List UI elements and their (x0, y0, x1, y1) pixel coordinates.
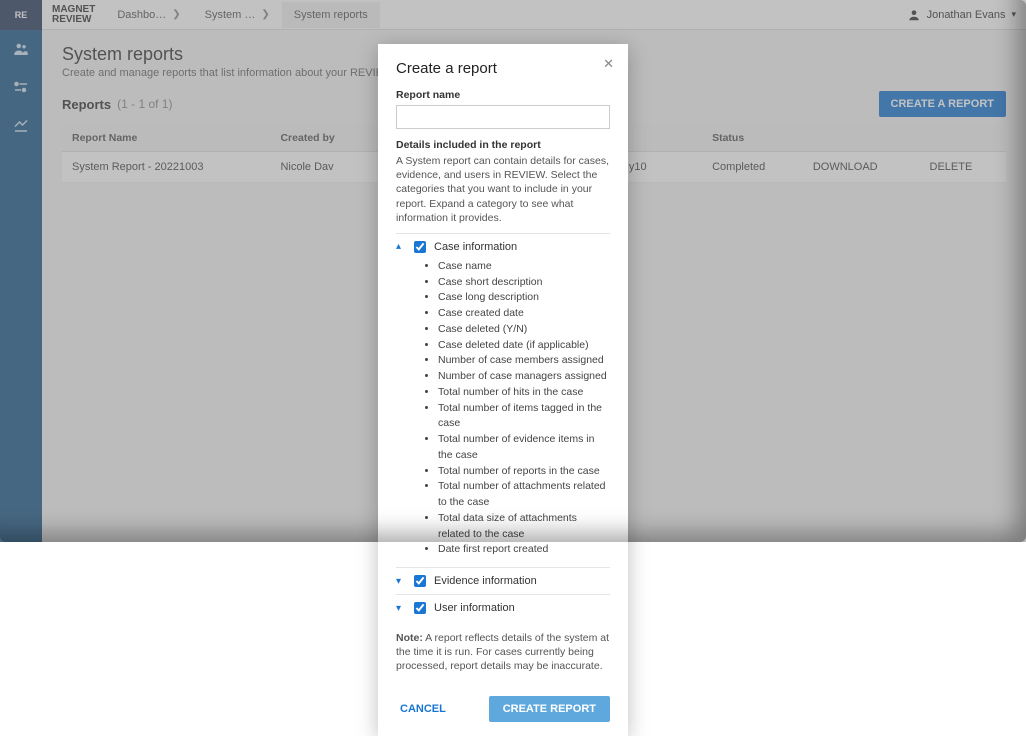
case-info-item: Total number of attachments related to t… (438, 479, 610, 511)
category-user-checkbox[interactable] (414, 602, 426, 614)
caret-down-icon: ▾ (396, 576, 406, 587)
case-info-item: Total number of evidence items in the ca… (438, 432, 610, 464)
category-evidence-title: Evidence information (434, 575, 537, 587)
case-info-item: Total number of reports in the case (438, 464, 610, 480)
modal-title: Create a report (396, 60, 610, 77)
note-text: A report reflects details of the system … (396, 632, 609, 672)
cancel-button[interactable]: CANCEL (396, 696, 450, 722)
category-user-title: User information (434, 602, 515, 614)
create-report-submit-button[interactable]: CREATE REPORT (489, 696, 610, 722)
case-info-item: Case short description (438, 275, 610, 291)
category-evidence-checkbox[interactable] (414, 575, 426, 587)
details-help-text: A System report can contain details for … (396, 154, 610, 225)
category-case-checkbox[interactable] (414, 241, 426, 253)
category-case-body: Case nameCase short descriptionCase long… (426, 259, 610, 558)
category-evidence: ▾ Evidence information (396, 567, 610, 594)
case-info-item: Case deleted date (if applicable) (438, 338, 610, 354)
caret-down-icon: ▾ (396, 603, 406, 614)
create-report-modal: ✕ Create a report Report name Details in… (378, 44, 628, 736)
case-info-item: Total number of items tagged in the case (438, 401, 610, 433)
case-info-item: Total number of hits in the case (438, 385, 610, 401)
case-info-item: Number of case members assigned (438, 353, 610, 369)
modal-note: Note: A report reflects details of the s… (396, 631, 610, 674)
category-user: ▾ User information (396, 594, 610, 621)
case-info-item: Case deleted (Y/N) (438, 322, 610, 338)
details-section-label: Details included in the report (396, 139, 610, 151)
category-user-header[interactable]: ▾ User information (396, 602, 610, 614)
case-info-item: Total data size of attachments related t… (438, 511, 610, 543)
report-name-label: Report name (396, 89, 610, 101)
case-info-item: Date first report created (438, 542, 610, 558)
report-name-input[interactable] (396, 105, 610, 129)
case-info-item: Number of case managers assigned (438, 369, 610, 385)
note-label: Note: (396, 632, 423, 644)
case-info-item: Case created date (438, 306, 610, 322)
case-info-item: Case name (438, 259, 610, 275)
category-evidence-header[interactable]: ▾ Evidence information (396, 575, 610, 587)
category-case-title: Case information (434, 241, 517, 253)
category-case-header[interactable]: ▴ Case information (396, 241, 610, 253)
caret-up-icon: ▴ (396, 241, 406, 252)
category-case: ▴ Case information Case nameCase short d… (396, 233, 610, 567)
close-icon[interactable]: ✕ (603, 56, 614, 72)
case-info-item: Case long description (438, 290, 610, 306)
